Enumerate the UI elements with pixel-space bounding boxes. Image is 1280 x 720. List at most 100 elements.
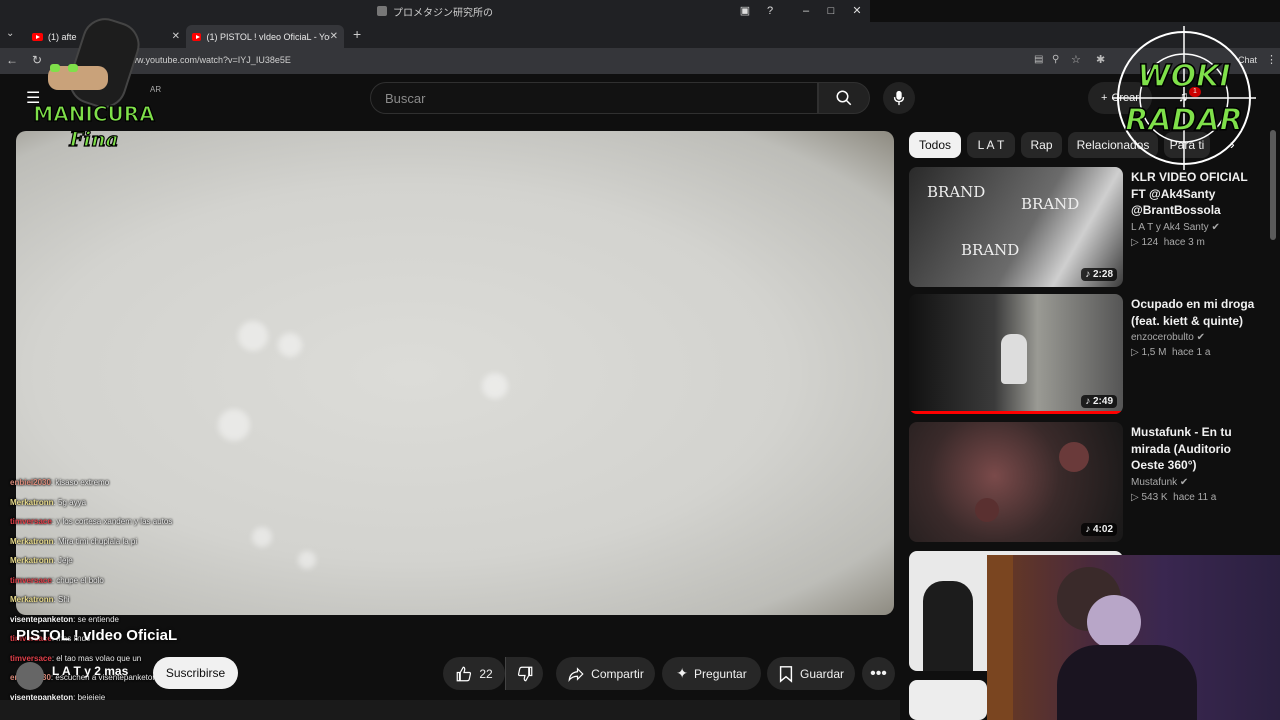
app-icon xyxy=(377,6,387,16)
chat-username: timversace xyxy=(10,575,52,585)
sidebar-scrollbar[interactable] xyxy=(1270,130,1276,240)
recommendation-channel[interactable]: Mustafunk ✔ xyxy=(1131,477,1263,488)
channel-name[interactable]: L A T y 2 mas xyxy=(52,664,128,678)
bokeh-light xyxy=(278,333,302,357)
logo-word-1: WOKI xyxy=(1137,59,1230,94)
save-button[interactable]: Guardar xyxy=(767,657,855,690)
browser-menu-icon[interactable]: ⋮ xyxy=(1266,53,1277,66)
recommendation-item[interactable]: ♪ 4:02 Mustafunk - En tu mirada (Auditor… xyxy=(909,422,1269,544)
video-thumbnail[interactable]: BRAND BRAND BRAND ♪ 2:28 xyxy=(909,167,1123,287)
chip-all[interactable]: Todos xyxy=(909,132,961,158)
install-icon[interactable]: ▤ xyxy=(1034,54,1043,65)
close-tab-icon[interactable]: ✕ xyxy=(172,31,180,42)
recommendation-channel[interactable]: enzocerobulto ✔ xyxy=(1131,332,1263,343)
tab-2[interactable]: (1) PISTOL ! vIdeo OficiaL - YouTub ✕ xyxy=(186,25,344,48)
close-button[interactable]: ✕ xyxy=(848,3,866,19)
video-title: PISTOL ! vIdeo OficiaL xyxy=(16,627,178,644)
like-button[interactable]: 22 xyxy=(443,657,505,690)
share-button[interactable]: Compartir xyxy=(556,657,655,690)
tab-strip: ⌄ (1) afte ✕ (1) PISTOL ! vIdeo OficiaL … xyxy=(0,22,1280,48)
recommendation-title[interactable]: KLR VIDEO OFICIAL FT @Ak4Santy @BrantBos… xyxy=(1131,169,1263,219)
search-input[interactable]: Buscar xyxy=(370,82,818,114)
logo-word-2: RADAR xyxy=(1125,103,1243,138)
bookmark-icon xyxy=(779,665,793,683)
chat-username: enbiei2030 xyxy=(10,478,51,487)
chat-message: Merkatronn: Jeje xyxy=(10,556,73,565)
chat-message: timversace: y los cortesa xandem y las a… xyxy=(10,517,173,526)
chat-username: Merkatronn xyxy=(10,595,54,604)
maximize-button[interactable]: □ xyxy=(822,3,840,19)
chat-text: Shi xyxy=(58,595,70,604)
dislike-button[interactable] xyxy=(505,657,543,690)
video-thumbnail[interactable] xyxy=(909,680,987,720)
search-button[interactable] xyxy=(818,82,870,114)
chat-username: Merkatronn xyxy=(10,497,54,507)
ask-label: Preguntar xyxy=(694,666,747,681)
minimize-button[interactable]: – xyxy=(797,3,815,19)
subscribe-button[interactable]: Suscribirse xyxy=(153,657,238,689)
recommendation-meta: ▷ 1,5 M hace 1 a xyxy=(1131,347,1211,358)
window-title: プロメタジン研究所の xyxy=(393,7,493,19)
save-label: Guardar xyxy=(799,666,845,681)
voice-search-button[interactable] xyxy=(883,82,915,114)
recommendation-channel[interactable]: L A T y Ak4 Santy ✔ xyxy=(1131,222,1263,233)
chat-message: Merkatronn: Shi xyxy=(10,595,70,604)
thumbnail-drum xyxy=(975,498,999,522)
extensions-icon[interactable]: ✱ xyxy=(1096,53,1105,66)
thumbnail-graffiti: BRAND xyxy=(961,241,1020,259)
recommendation-item[interactable]: BRAND BRAND BRAND ♪ 2:28 KLR VIDEO OFICI… xyxy=(909,167,1269,289)
bookmark-star-icon[interactable]: ☆ xyxy=(1071,53,1081,66)
help-icon[interactable]: ? xyxy=(761,3,779,19)
manicura-fina-logo: MANICURA Fina xyxy=(33,18,156,152)
chat-username: Merkatronn xyxy=(10,556,54,565)
duration-badge: ♪ 4:02 xyxy=(1081,523,1117,536)
recommendation-title[interactable]: Mustafunk - En tu mirada (Auditorio Oest… xyxy=(1131,424,1263,474)
verified-icon: ✔ xyxy=(1179,476,1189,488)
chat-username: visentepanketon xyxy=(10,614,74,624)
streamer-body xyxy=(1057,645,1197,720)
chip-channel[interactable]: L A T xyxy=(967,132,1015,158)
recommendation-item[interactable]: ♪ 2:49 Ocupado en mi droga (feat. kiett … xyxy=(909,294,1269,416)
description-box xyxy=(0,700,900,720)
new-tab-icon[interactable]: + xyxy=(353,26,361,42)
thumbnail-figure xyxy=(1001,334,1027,384)
video-thumbnail[interactable]: ♪ 2:49 xyxy=(909,294,1123,414)
channel-avatar[interactable] xyxy=(16,662,44,690)
chat-text: 5g ayya xyxy=(58,497,87,507)
youtube-header: ☰ AR Buscar + Crear ♫ 1 xyxy=(0,74,1280,122)
chat-message: enbiei2030: kisaso extremo xyxy=(10,478,110,487)
ask-button[interactable]: ✦ Preguntar xyxy=(662,657,761,690)
chat-text: Mira timi chuplala la pi xyxy=(58,536,138,546)
back-icon[interactable]: ← xyxy=(6,53,18,67)
screenshot-icon[interactable]: ▣ xyxy=(736,3,754,19)
chat-text: Jeje xyxy=(58,556,73,565)
more-icon: ••• xyxy=(870,664,887,682)
thumbs-down-icon xyxy=(517,666,532,681)
chat-text: kisaso extremo xyxy=(55,478,110,487)
recommendation-title[interactable]: Ocupado en mi droga (feat. kiett & quint… xyxy=(1131,296,1263,329)
verified-icon: ✔ xyxy=(1211,221,1220,233)
bokeh-light xyxy=(238,321,268,351)
background-wall xyxy=(987,555,1013,720)
duration-badge: ♪ 2:49 xyxy=(1081,395,1117,408)
chat-username: timversace xyxy=(10,517,52,526)
close-tab-icon[interactable]: ✕ xyxy=(330,31,338,42)
tab-label: (1) PISTOL ! vIdeo OficiaL - YouTub xyxy=(206,31,330,42)
tab-list-chevron-icon[interactable]: ⌄ xyxy=(6,28,14,39)
youtube-icon xyxy=(192,32,202,41)
chat-message: Merkatronn: Mira timi chuplala la pi xyxy=(10,536,138,546)
duration-badge: ♪ 2:28 xyxy=(1081,268,1117,281)
share-label: Compartir xyxy=(591,666,644,681)
zoom-icon[interactable]: ⚲ xyxy=(1052,54,1059,65)
recommendation-meta: ▷ 543 K hace 11 a xyxy=(1131,491,1217,503)
chat-text: chupe el bolo xyxy=(56,575,104,585)
chat-username: Merkatronn xyxy=(10,536,54,546)
bokeh-light xyxy=(482,373,508,399)
recommendation-meta: ▷ 124 hace 3 m xyxy=(1131,236,1205,248)
more-actions-button[interactable]: ••• xyxy=(862,657,895,690)
address-bar: ← ↻ www.youtube.com/watch?v=IYJ_IU38e5E … xyxy=(0,48,1280,74)
video-thumbnail[interactable]: ♪ 4:02 xyxy=(909,422,1123,542)
chip-rap[interactable]: Rap xyxy=(1021,132,1062,158)
logo-word-1: MANICURA xyxy=(33,102,155,126)
thumbnail-figure xyxy=(923,581,973,671)
